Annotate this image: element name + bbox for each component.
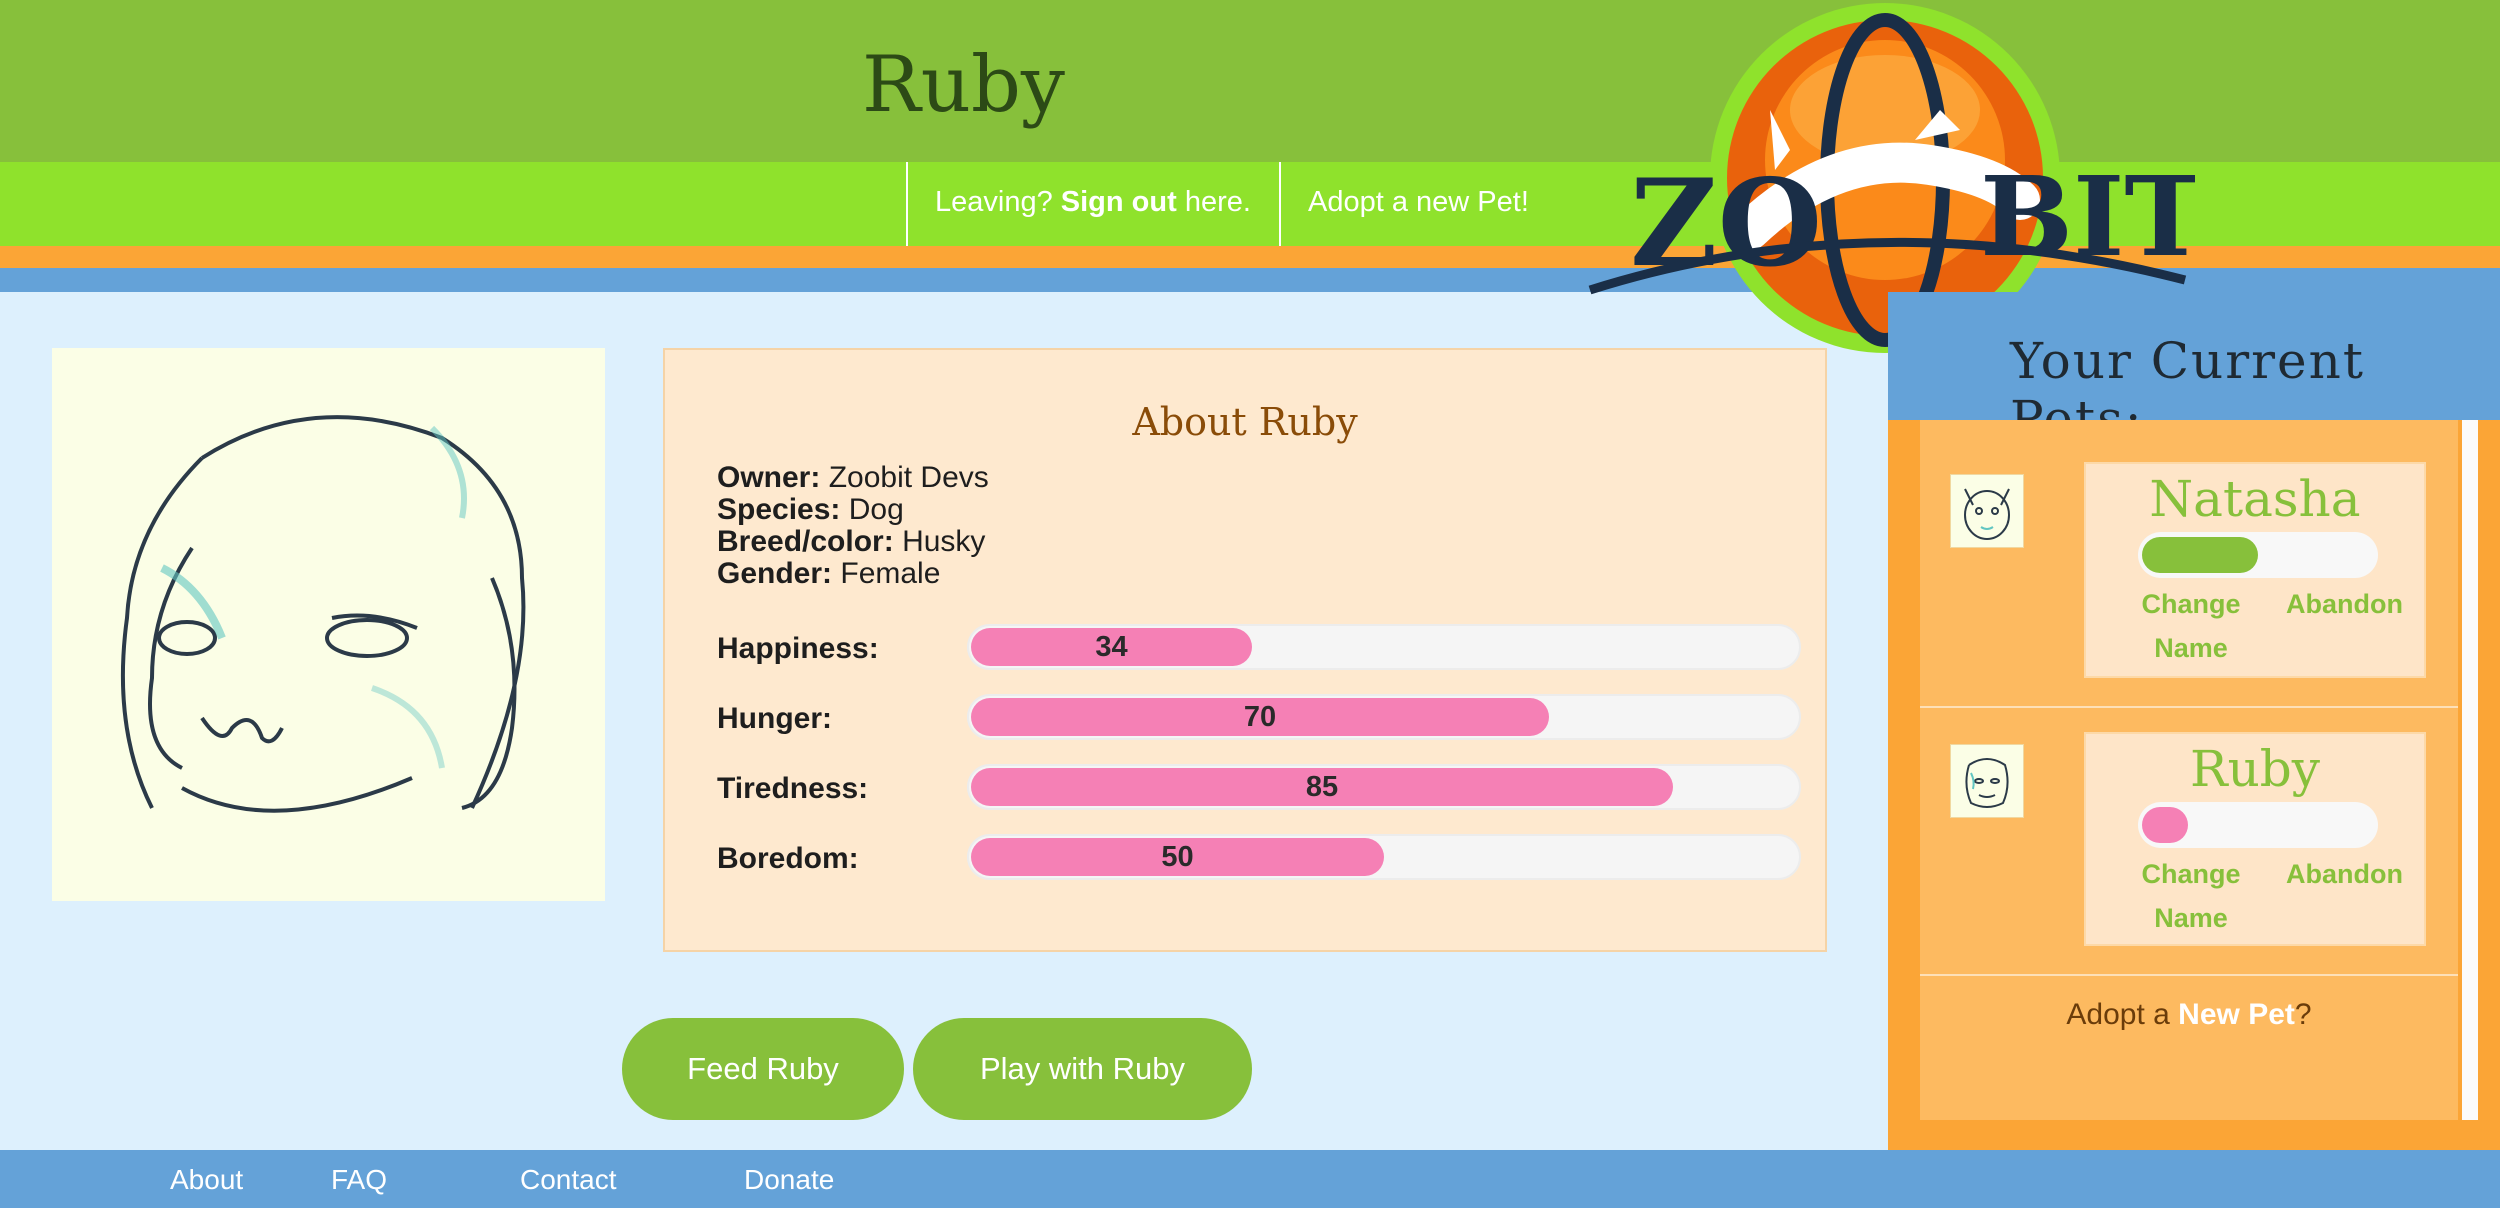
stat-bar-hunger: 70 — [967, 694, 1801, 740]
footer-link-donate[interactable]: Donate — [744, 1164, 834, 1196]
pet-thumbnail[interactable] — [1950, 474, 2024, 548]
footer-link-contact[interactable]: Contact — [520, 1164, 617, 1196]
change-label-line2: Name — [2154, 903, 2228, 933]
stat-label-tiredness: Tiredness: — [717, 772, 869, 805]
adopt-new-pet-link[interactable]: Adopt a new Pet! — [1308, 186, 1529, 219]
stat-label-hunger: Hunger: — [717, 702, 832, 735]
pet-card-name[interactable]: Ruby — [2086, 740, 2424, 798]
pet-thumbnail[interactable] — [1950, 744, 2024, 818]
stat-fill: 34 — [971, 628, 1252, 666]
info-label: Owner: — [717, 461, 821, 494]
nav-divider — [1279, 162, 1281, 246]
info-value: Husky — [902, 525, 986, 558]
pet-level-bar — [2138, 802, 2378, 848]
nav-divider — [906, 162, 908, 246]
sign-out-prefix: Leaving? — [935, 186, 1061, 218]
info-value: Female — [840, 557, 941, 590]
stat-bar-tiredness: 85 — [967, 764, 1801, 810]
pet-card-ruby: Ruby Change Name Abandon — [2084, 732, 2426, 946]
change-name-link[interactable]: Change Name — [2136, 582, 2246, 670]
info-value: Zoobit Devs — [828, 461, 989, 494]
pet-row-divider — [1920, 974, 2458, 976]
info-owner: Owner: Zoobit Devs — [717, 462, 989, 494]
cat-sketch-icon — [1964, 488, 2010, 540]
pet-level-fill — [2142, 807, 2188, 843]
adopt-prompt: Adopt a New Pet? — [1920, 998, 2458, 1032]
change-label-line1: Change — [2141, 589, 2241, 619]
dog-sketch-icon — [120, 415, 526, 813]
pet-card-natasha: Natasha Change Name Abandon — [2084, 462, 2426, 678]
stat-fill: 70 — [971, 698, 1549, 736]
info-label: Breed/color: — [717, 525, 894, 558]
pet-card-name[interactable]: Natasha — [2086, 470, 2424, 528]
footer-link-about[interactable]: About — [170, 1164, 243, 1196]
info-label: Gender: — [717, 557, 833, 590]
adopt-prompt-prefix: Adopt a — [2066, 998, 2179, 1031]
about-heading: About Ruby — [1132, 400, 1358, 444]
sign-out-suffix: here. — [1176, 186, 1251, 218]
stat-value: 85 — [1305, 771, 1339, 803]
stat-value: 70 — [1243, 701, 1277, 733]
feed-button[interactable]: Feed Ruby — [622, 1018, 904, 1120]
stat-label-happiness: Happiness: — [717, 632, 879, 665]
stat-fill: 50 — [971, 838, 1384, 876]
footer-link-faq[interactable]: FAQ — [331, 1164, 387, 1196]
stat-bar-boredom: 50 — [967, 834, 1801, 880]
sign-out-link[interactable]: Leaving? Sign out here. — [935, 186, 1251, 219]
pet-level-bar — [2138, 532, 2378, 578]
dog-sketch-icon — [1965, 758, 2009, 808]
abandon-link[interactable]: Abandon — [2286, 582, 2403, 626]
change-label-line2: Name — [2154, 633, 2228, 663]
change-label-line1: Change — [2141, 859, 2241, 889]
play-button[interactable]: Play with Ruby — [913, 1018, 1252, 1120]
info-label: Species: — [717, 493, 841, 526]
pet-level-fill — [2142, 537, 2258, 573]
info-species: Species: Dog — [717, 494, 904, 526]
new-pet-link[interactable]: New Pet — [2178, 998, 2295, 1031]
scrollbar[interactable] — [2462, 420, 2478, 1120]
about-panel: About Ruby Owner: Zoobit Devs Species: D… — [663, 348, 1827, 952]
stat-value: 34 — [1095, 631, 1128, 663]
stat-label-boredom: Boredom: — [717, 842, 859, 875]
page-title: Ruby — [862, 40, 1065, 130]
info-breed: Breed/color: Husky — [717, 526, 985, 558]
stat-value: 50 — [1161, 841, 1194, 873]
adopt-prompt-suffix: ? — [2294, 998, 2312, 1031]
abandon-link[interactable]: Abandon — [2286, 852, 2403, 896]
pet-row-divider — [1920, 706, 2458, 708]
info-gender: Gender: Female — [717, 558, 940, 590]
change-name-link[interactable]: Change Name — [2136, 852, 2246, 940]
info-value: Dog — [848, 493, 904, 526]
stat-fill: 85 — [971, 768, 1673, 806]
pet-picture — [52, 348, 605, 901]
stat-bar-happiness: 34 — [967, 624, 1801, 670]
sign-out-label[interactable]: Sign out — [1061, 186, 1177, 218]
